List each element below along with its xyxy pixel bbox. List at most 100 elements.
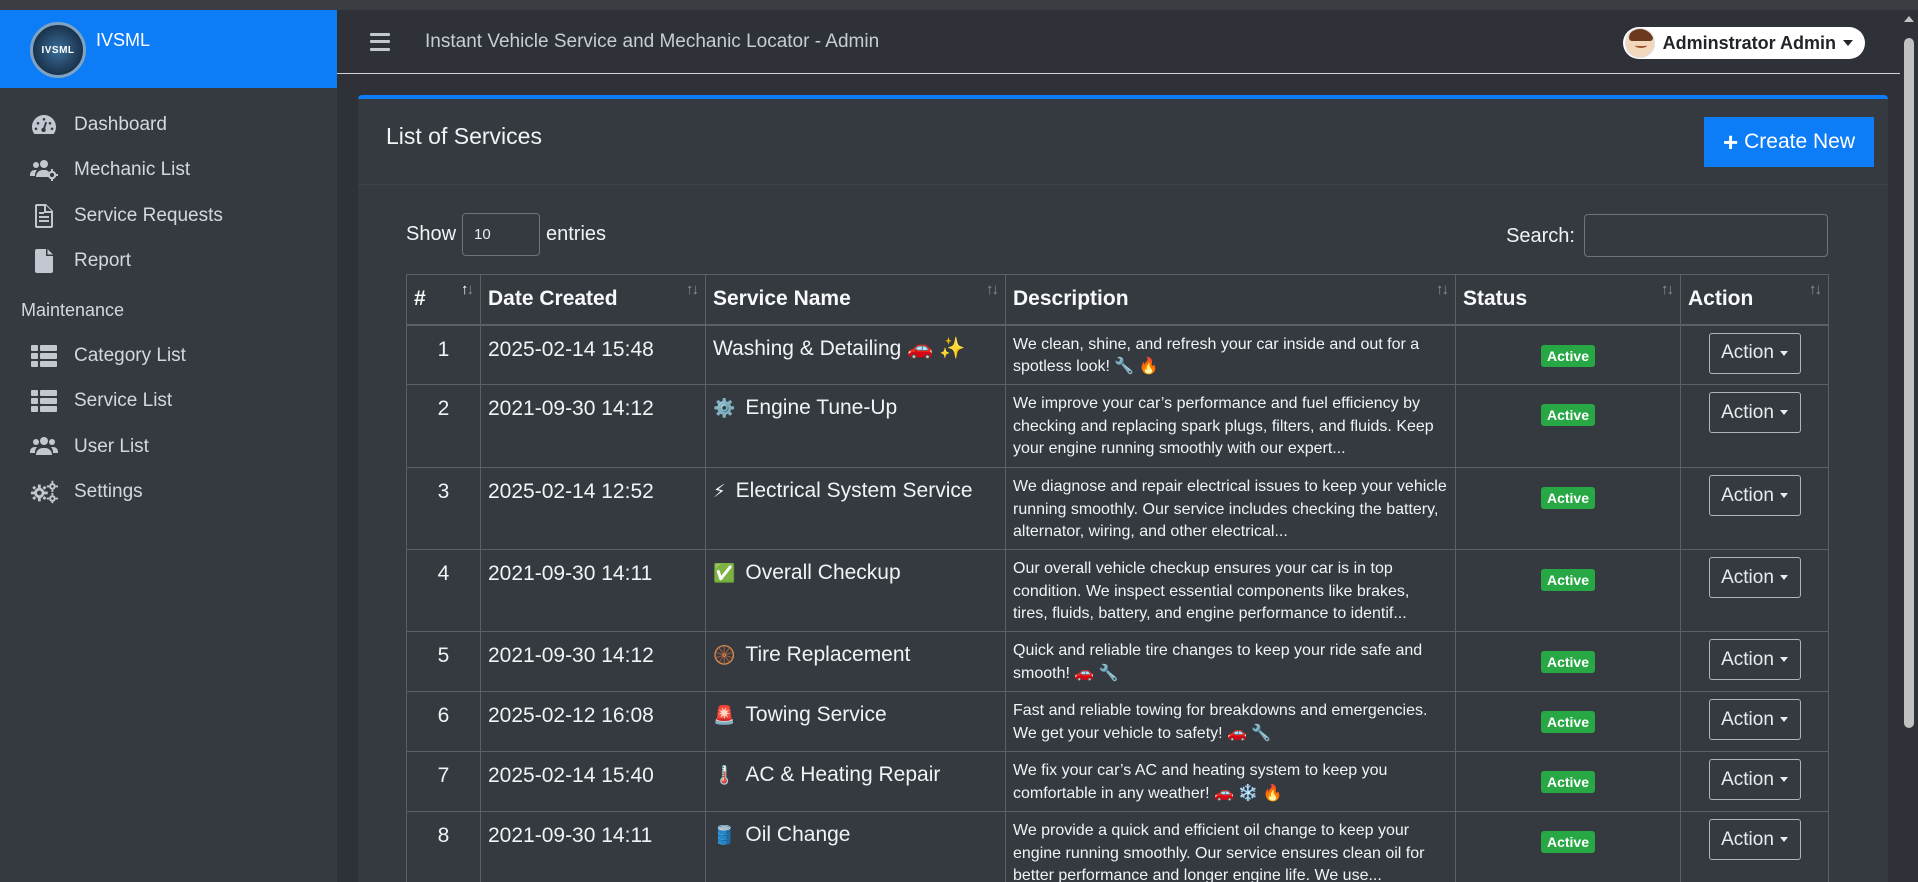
row-description: We fix your car’s AC and heating system …	[1005, 751, 1456, 812]
sidebar-item-label: Mechanic List	[74, 159, 191, 181]
chevron-down-icon	[1779, 717, 1788, 722]
service-name-text: Towing Service	[745, 703, 887, 726]
oil-drum-icon: 🛢️	[713, 824, 736, 845]
services-card: List of Services + Create New Show 10 en…	[358, 95, 1888, 882]
entries-select[interactable]: 10	[462, 213, 540, 256]
sidebar-item-category-list[interactable]: Category List	[0, 333, 337, 379]
row-number: 6	[406, 691, 481, 752]
row-action: Action	[1680, 751, 1829, 812]
row-description: Fast and reliable towing for breakdowns …	[1005, 691, 1456, 752]
chevron-down-icon	[1779, 777, 1788, 782]
column-header-number[interactable]: # ↑↓	[406, 274, 481, 326]
action-dropdown-button[interactable]: Action	[1708, 699, 1801, 740]
column-header-description[interactable]: Description ↑↓	[1005, 274, 1456, 326]
table-row: 5 2021-09-30 14:12 🛞 Tire Replacement Qui…	[406, 631, 1829, 692]
row-service-name: ⚡ Electrical System Service	[705, 467, 1006, 550]
row-date: 2021-09-30 14:11	[480, 811, 706, 882]
user-menu-dropdown[interactable]: Adminstrator Admin	[1622, 27, 1865, 59]
sort-icon: ↑↓	[461, 281, 474, 298]
sidebar-nav: Dashboard Mechanic List Service Requests…	[0, 88, 337, 515]
table-controls: Show 10 entries Search:	[406, 213, 1828, 257]
column-header-status[interactable]: Status ↑↓	[1455, 274, 1681, 326]
scroll-up-arrow-icon[interactable]	[1904, 16, 1914, 22]
row-service-name: 🛞 Tire Replacement	[705, 631, 1006, 692]
chevron-down-icon	[1779, 657, 1788, 662]
sidebar-item-label: User List	[74, 435, 149, 457]
action-dropdown-button[interactable]: Action	[1708, 392, 1801, 433]
row-number: 8	[406, 811, 481, 882]
row-number: 5	[406, 631, 481, 692]
row-number: 1	[406, 324, 481, 385]
sidebar-item-dashboard[interactable]: Dashboard	[0, 102, 337, 148]
row-date: 2025-02-12 16:08	[480, 691, 706, 752]
service-name-text: Tire Replacement	[745, 643, 911, 666]
service-name-text: Electrical System Service	[735, 479, 973, 502]
status-badge: Active	[1540, 651, 1596, 673]
page-scrollbar[interactable]	[1900, 10, 1918, 882]
row-service-name: ✅ Overall Checkup	[705, 549, 1006, 632]
wheel-icon: 🛞	[713, 644, 736, 665]
users-cog-icon	[30, 158, 58, 182]
service-name-text: Overall Checkup	[745, 561, 901, 584]
action-dropdown-button[interactable]: Action	[1708, 557, 1801, 598]
row-action: Action	[1680, 811, 1829, 882]
brand-link[interactable]: IVSML IVSML	[0, 10, 337, 88]
sort-icon: ↑↓	[686, 281, 699, 298]
sidebar-item-service-list[interactable]: Service List	[0, 379, 337, 425]
top-navbar: Instant Vehicle Service and Mechanic Loc…	[337, 10, 1910, 74]
action-dropdown-button[interactable]: Action	[1708, 475, 1801, 516]
action-dropdown-button[interactable]: Action	[1708, 819, 1801, 860]
status-badge: Active	[1540, 569, 1596, 591]
service-name-text: Engine Tune-Up	[745, 396, 898, 419]
create-new-button[interactable]: + Create New	[1704, 117, 1874, 167]
column-label: #	[414, 287, 426, 311]
tachometer-icon	[30, 113, 58, 137]
description-text: Fast and reliable towing for breakdowns …	[1013, 702, 1428, 742]
file-icon	[30, 249, 58, 274]
row-date: 2021-09-30 14:11	[480, 549, 706, 632]
hamburger-menu-icon[interactable]	[370, 32, 390, 51]
row-status: Active	[1455, 631, 1681, 692]
row-description: We clean, shine, and refresh your car in…	[1005, 324, 1456, 385]
brand-name: IVSML	[96, 30, 151, 50]
row-status: Active	[1455, 324, 1681, 385]
table-row: 2 2021-09-30 14:12 ⚙️ Engine Tune-Up We i…	[406, 384, 1829, 468]
sidebar-item-settings[interactable]: Settings	[0, 470, 337, 516]
column-header-action[interactable]: Action ↑↓	[1680, 274, 1829, 326]
search-input[interactable]	[1584, 214, 1828, 257]
row-action: Action	[1680, 691, 1829, 752]
table-header-row: # ↑↓ Date Created ↑↓ Service Name ↑↓ Descri…	[406, 274, 1829, 326]
table-body: 1 2025-02-14 15:48 Washing & Detailing 🚗…	[406, 324, 1829, 882]
browser-top-strip	[0, 0, 1918, 10]
status-badge: Active	[1540, 771, 1596, 793]
sidebar-item-label: Dashboard	[74, 113, 167, 135]
column-label: Date Created	[488, 287, 618, 311]
entries-label: entries	[546, 223, 607, 245]
action-dropdown-button[interactable]: Action	[1708, 639, 1801, 680]
column-label: Description	[1013, 287, 1129, 311]
row-date: 2021-09-30 14:12	[480, 384, 706, 468]
sidebar-item-mechanic-list[interactable]: Mechanic List	[0, 148, 337, 194]
row-action: Action	[1680, 467, 1829, 550]
table-row: 7 2025-02-14 15:40 🌡️ AC & Heating Repair…	[406, 751, 1829, 812]
row-date: 2025-02-14 12:52	[480, 467, 706, 550]
row-status: Active	[1455, 751, 1681, 812]
action-label: Action	[1721, 648, 1774, 670]
description-text: We improve your car’s performance and fu…	[1013, 395, 1434, 457]
scrollbar-thumb[interactable]	[1904, 38, 1914, 728]
sidebar-item-report[interactable]: Report	[0, 239, 337, 285]
sidebar-item-service-requests[interactable]: Service Requests	[0, 193, 337, 239]
row-date: 2025-02-14 15:40	[480, 751, 706, 812]
column-label: Action	[1688, 287, 1754, 311]
action-dropdown-button[interactable]: Action	[1708, 332, 1801, 374]
sidebar-item-label: Report	[74, 250, 132, 272]
action-dropdown-button[interactable]: Action	[1708, 759, 1801, 800]
column-header-date-created[interactable]: Date Created ↑↓	[480, 274, 706, 326]
row-status: Active	[1455, 811, 1681, 882]
row-number: 4	[406, 549, 481, 632]
sidebar-item-user-list[interactable]: User List	[0, 424, 337, 470]
column-header-service-name[interactable]: Service Name ↑↓	[705, 274, 1006, 326]
th-list-icon	[30, 389, 58, 413]
card-header: List of Services + Create New	[358, 99, 1888, 185]
description-text: We diagnose and repair electrical issues…	[1013, 478, 1447, 540]
